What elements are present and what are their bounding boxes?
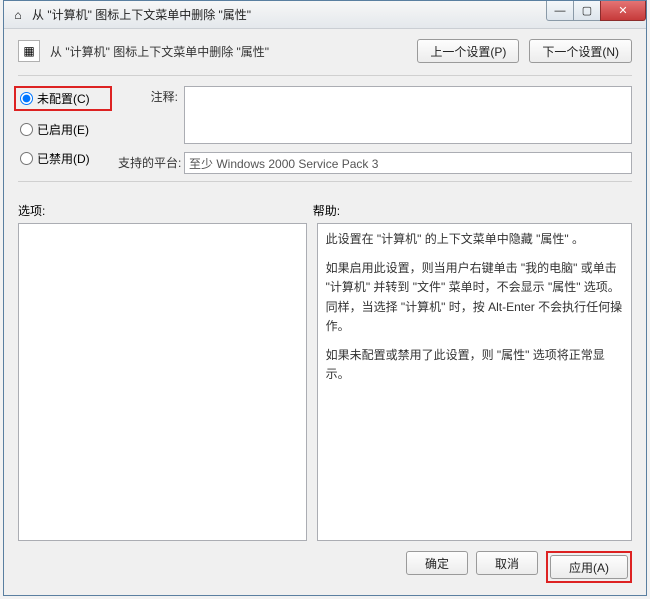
radio-enabled[interactable]: 已启用(E) <box>18 119 108 140</box>
help-p1: 此设置在 "计算机" 的上下文菜单中隐藏 "属性" 。 <box>326 230 623 249</box>
maximize-button[interactable]: ▢ <box>573 1 601 21</box>
cancel-button[interactable]: 取消 <box>476 551 538 575</box>
prev-setting-button[interactable]: 上一个设置(P) <box>417 39 519 63</box>
radio-disabled-label: 已禁用(D) <box>37 150 90 167</box>
dialog-window: ⌂ 从 "计算机" 图标上下文菜单中删除 "属性" — ▢ ✕ ▦ 从 "计算机… <box>3 0 647 596</box>
platform-row: 支持的平台: 至少 Windows 2000 Service Pack 3 <box>118 152 632 174</box>
radio-not-configured[interactable]: 未配置(C) <box>14 86 112 111</box>
comment-label: 注释: <box>118 86 178 144</box>
policy-icon: ▦ <box>18 40 40 62</box>
app-icon: ⌂ <box>10 7 26 23</box>
minimize-button[interactable]: — <box>546 1 574 21</box>
titlebar[interactable]: ⌂ 从 "计算机" 图标上下文菜单中删除 "属性" — ▢ ✕ <box>4 1 646 29</box>
policy-title: 从 "计算机" 图标上下文菜单中删除 "属性" <box>50 43 407 60</box>
radio-not-configured-label: 未配置(C) <box>37 90 90 107</box>
config-row: 未配置(C) 已启用(E) 已禁用(D) 注释: 支持的平台: <box>18 86 632 177</box>
dialog-buttons: 确定 取消 应用(A) <box>18 551 632 583</box>
fields-column: 注释: 支持的平台: 至少 Windows 2000 Service Pack … <box>118 86 632 177</box>
help-p2: 如果启用此设置，则当用户右键单击 "我的电脑" 或单击 "计算机" 并转到 "文… <box>326 259 623 336</box>
section-labels: 选项: 帮助: <box>18 202 632 219</box>
comment-row: 注释: <box>118 86 632 144</box>
dialog-content: ▦ 从 "计算机" 图标上下文菜单中删除 "属性" 上一个设置(P) 下一个设置… <box>4 29 646 595</box>
radio-disabled-input[interactable] <box>20 152 33 165</box>
platform-text: 至少 Windows 2000 Service Pack 3 <box>189 155 378 172</box>
help-label: 帮助: <box>313 202 632 219</box>
radio-group: 未配置(C) 已启用(E) 已禁用(D) <box>18 86 108 177</box>
platform-value: 至少 Windows 2000 Service Pack 3 <box>184 152 632 174</box>
header-row: ▦ 从 "计算机" 图标上下文菜单中删除 "属性" 上一个设置(P) 下一个设置… <box>18 39 632 63</box>
radio-not-configured-input[interactable] <box>20 92 33 105</box>
next-setting-button[interactable]: 下一个设置(N) <box>529 39 632 63</box>
comment-input[interactable] <box>184 86 632 144</box>
panels-row: 此设置在 "计算机" 的上下文菜单中隐藏 "属性" 。 如果启用此设置，则当用户… <box>18 223 632 541</box>
window-title: 从 "计算机" 图标上下文菜单中删除 "属性" <box>32 6 547 23</box>
radio-disabled[interactable]: 已禁用(D) <box>18 148 108 169</box>
help-p3: 如果未配置或禁用了此设置，则 "属性" 选项将正常显示。 <box>326 346 623 384</box>
divider-2 <box>18 181 632 182</box>
radio-enabled-input[interactable] <box>20 123 33 136</box>
help-panel: 此设置在 "计算机" 的上下文菜单中隐藏 "属性" 。 如果启用此设置，则当用户… <box>317 223 632 541</box>
apply-button[interactable]: 应用(A) <box>550 555 628 579</box>
options-label: 选项: <box>18 202 313 219</box>
close-button[interactable]: ✕ <box>600 1 646 21</box>
platform-label: 支持的平台: <box>118 152 178 174</box>
apply-highlight: 应用(A) <box>546 551 632 583</box>
radio-enabled-label: 已启用(E) <box>37 121 89 138</box>
divider <box>18 75 632 76</box>
ok-button[interactable]: 确定 <box>406 551 468 575</box>
window-controls: — ▢ ✕ <box>547 1 646 28</box>
options-panel <box>18 223 307 541</box>
